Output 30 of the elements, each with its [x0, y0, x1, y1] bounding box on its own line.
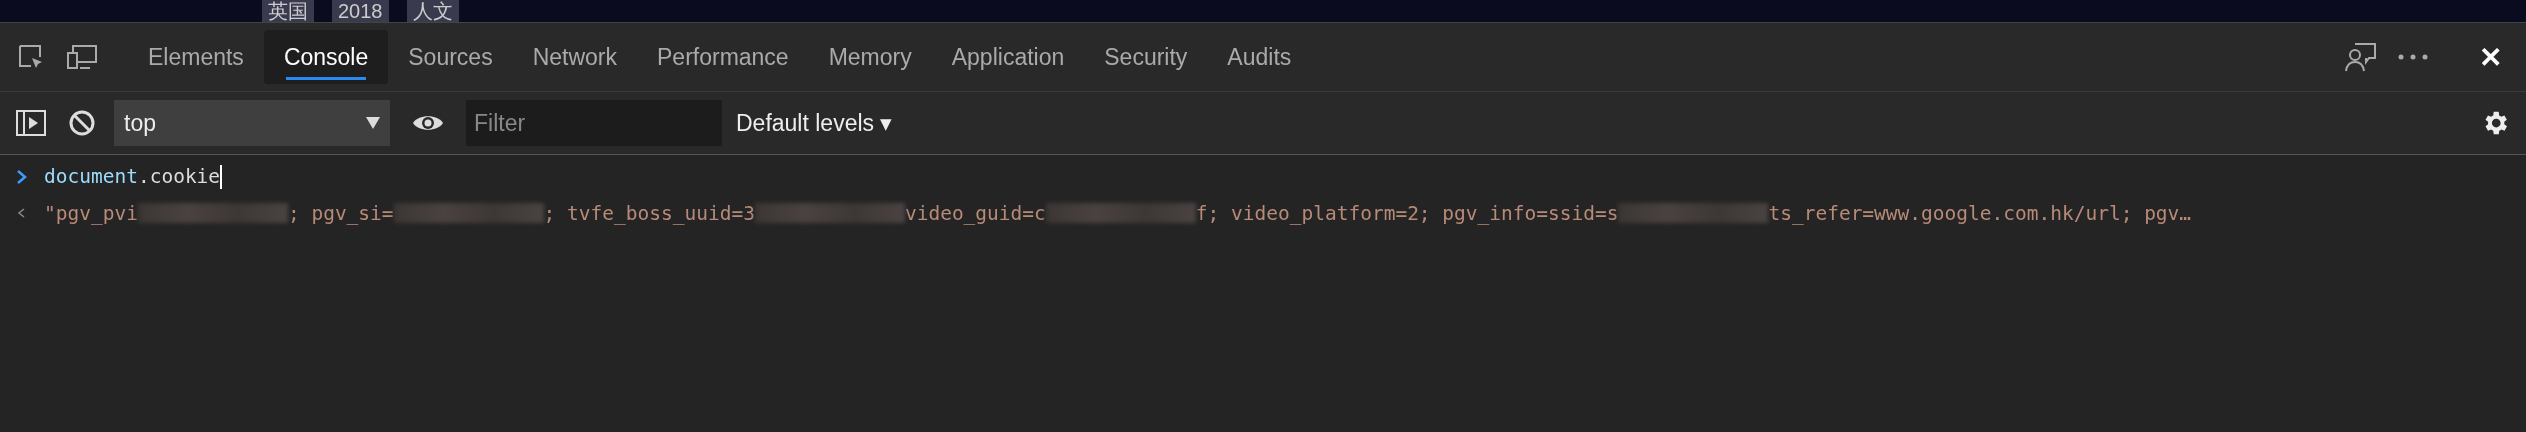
page-tag: 英国 [262, 0, 314, 22]
panel-tab[interactable]: Performance [637, 30, 809, 84]
panel-tab[interactable]: Console [263, 30, 389, 84]
feedback-icon[interactable] [2343, 40, 2377, 74]
cookie-text: ts_refer=www.google.com.hk/url; pgv… [1768, 201, 2192, 225]
panel-tab[interactable]: Application [931, 30, 1085, 84]
device-icon[interactable] [66, 43, 98, 71]
sidebar-toggle-icon[interactable] [16, 110, 46, 136]
more-icon[interactable] [2397, 53, 2429, 61]
cookie-text: ; tvfe_boss_uuid=3 [543, 201, 755, 225]
panel-tab[interactable]: Elements [128, 30, 264, 84]
page-tag: 2018 [332, 0, 389, 22]
panel-tab[interactable]: Memory [808, 30, 932, 84]
panel-tab[interactable]: Audits [1207, 30, 1312, 84]
context-select[interactable]: top [114, 100, 390, 146]
cookie-text: f; video_platform=2; pgv_info=ssid=s [1195, 201, 1619, 225]
close-button[interactable]: ✕ [2473, 40, 2508, 74]
console-input[interactable]: document.cookie [44, 164, 223, 190]
page-tag: 人文 [406, 0, 459, 22]
panel-tab[interactable]: Sources [388, 30, 513, 84]
cookie-text: ; pgv_si= [287, 201, 394, 225]
filter-field[interactable]: Filter [466, 100, 722, 146]
cookie-text: video_guid=c [904, 201, 1046, 225]
caret-icon [366, 117, 380, 129]
panel-tab[interactable]: Security [1084, 30, 1208, 84]
panel-tab[interactable]: Network [512, 30, 637, 84]
cookie-text: "pgv_pvi [44, 201, 138, 225]
clear-icon[interactable] [68, 109, 96, 137]
levels-dropdown[interactable]: Default levels ▾ [736, 109, 893, 137]
prompt-icon [16, 169, 28, 185]
